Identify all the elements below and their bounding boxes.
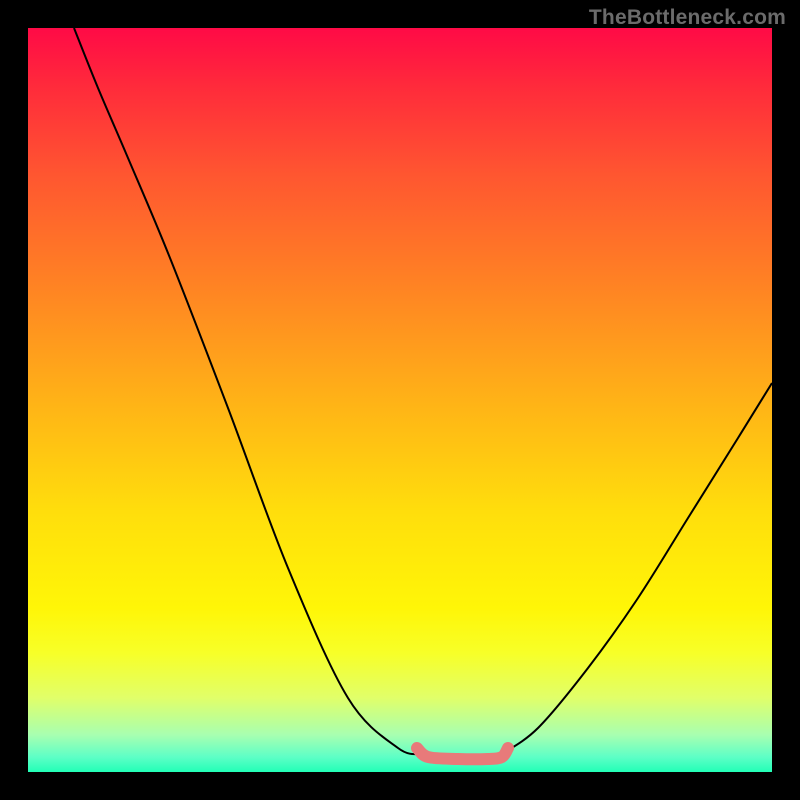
curve-svg bbox=[28, 28, 772, 772]
bottleneck-curve-left bbox=[74, 28, 422, 754]
chart-container: TheBottleneck.com bbox=[0, 0, 800, 800]
bottleneck-curve-right bbox=[502, 383, 772, 754]
watermark-text: TheBottleneck.com bbox=[589, 6, 786, 30]
plot-area bbox=[28, 28, 772, 772]
highlight-band bbox=[417, 748, 508, 759]
